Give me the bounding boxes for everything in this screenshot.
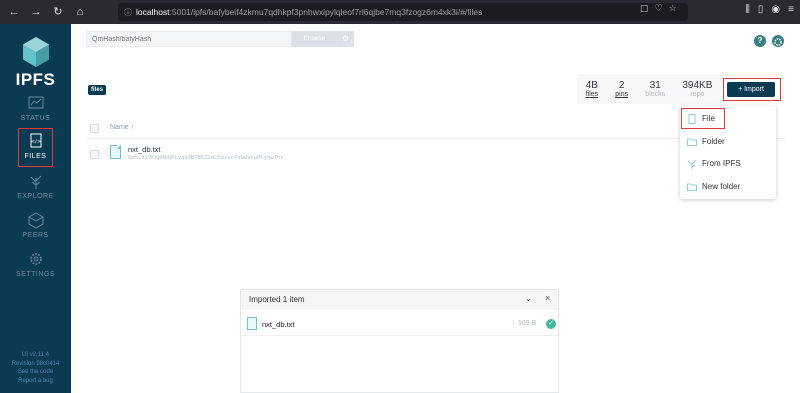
stat-blocks-value: 31 — [649, 80, 661, 91]
files-highlight-box — [18, 128, 53, 167]
menu-item-from-ipfs-label: From IPFS — [702, 159, 741, 168]
stat-files-value: 4B — [585, 80, 598, 91]
ipfs-tree-icon — [687, 159, 697, 169]
nav-settings-label: SETTINGS — [15, 271, 55, 278]
stat-repo: 394KB repo — [682, 80, 712, 98]
revision: Revision 98c0414 — [11, 360, 60, 367]
new-folder-icon — [687, 183, 697, 191]
see-code-link[interactable]: See the code — [0, 368, 71, 377]
text-file-icon — [110, 145, 121, 159]
report-bug-link[interactable]: Report a bug — [0, 377, 71, 386]
bookmark-star-icon[interactable]: ☆ — [669, 3, 677, 14]
stat-blocks-unit: blocks — [645, 91, 666, 98]
import-file-name: nxt_db.txt — [262, 320, 295, 329]
menu-item-new-folder[interactable]: New folder — [680, 177, 776, 197]
address-bar[interactable]: ⓘ localhost:5001/ipfs/bafybeif4zkmu7qdhk… — [118, 3, 688, 21]
ipfs-logo-icon — [23, 37, 49, 67]
breadcrumb[interactable]: files — [88, 85, 107, 95]
menu-item-from-ipfs[interactable]: From IPFS — [680, 154, 776, 174]
collapse-chevron-icon[interactable]: ⌄ — [525, 294, 532, 303]
browser-toolbar: ← → ↻ ⌂ ⓘ localhost:5001/ipfs/bafybeif4z… — [0, 0, 800, 24]
nav-explore[interactable]: EXPLORE — [0, 172, 71, 212]
pocket-icon[interactable]: ♡ — [655, 3, 663, 14]
account-icon[interactable]: ◉ — [771, 4, 780, 15]
status-icon — [28, 96, 43, 109]
file-hash: QmSs8sVKdpMbGPLyqsXBTBEZ2dL5azycPxbdvruM… — [128, 155, 284, 161]
file-name[interactable]: nxt_db.txt — [128, 145, 161, 154]
import-file-size: 169 B — [513, 320, 536, 327]
browse-options-icon[interactable]: ⚙ — [337, 31, 354, 47]
forward-icon[interactable]: → — [28, 4, 44, 20]
nav-peers-label: PEERS — [22, 232, 49, 239]
browse-button[interactable]: Browse — [292, 31, 337, 47]
import-item-row: nxt_db.txt 169 B ✓ — [241, 314, 558, 336]
nav-peers[interactable]: PEERS — [0, 211, 71, 251]
sidebar-footer: UI v2.11.4 Revision 98c0414 See the code… — [0, 351, 71, 385]
explore-icon — [30, 175, 41, 189]
menu-item-new-folder-label: New folder — [702, 182, 741, 191]
folder-icon — [687, 138, 697, 146]
search-bar: Browse ⚙ — [86, 31, 354, 47]
stat-pins-unit: pins — [615, 91, 629, 98]
import-button[interactable]: + Import — [727, 82, 775, 97]
peers-icon — [28, 212, 43, 229]
menu-icon[interactable]: ≡ — [788, 4, 794, 15]
reader-icon[interactable]: ▢ — [640, 3, 649, 14]
settings-gear-icon[interactable] — [772, 35, 784, 47]
nav-settings[interactable]: SETTINGS — [0, 250, 71, 290]
library-icon[interactable]: ⫼ — [745, 4, 750, 15]
back-icon[interactable]: ← — [6, 4, 22, 20]
nav-status-label: STATUS — [20, 115, 51, 122]
menu-item-folder-label: Folder — [702, 137, 725, 146]
row-checkbox[interactable] — [90, 150, 99, 159]
home-icon[interactable]: ⌂ — [72, 4, 88, 20]
ipfs-logo-text: IPFS — [15, 70, 56, 89]
select-all-checkbox[interactable] — [90, 124, 99, 133]
text-file-icon — [247, 317, 257, 330]
table-row[interactable]: nxt_db.txt QmSs8sVKdpMbGPLyqsXBTBEZ2dL5a… — [86, 143, 686, 167]
stat-pins-value: 2 — [618, 80, 625, 91]
close-icon[interactable]: × — [545, 293, 550, 303]
import-panel-header: Imported 1 item ⌄ × — [241, 290, 558, 310]
stat-files[interactable]: 4B files — [586, 80, 598, 98]
nav-explore-label: EXPLORE — [17, 193, 54, 200]
menu-item-folder[interactable]: Folder — [680, 132, 776, 152]
stat-pins[interactable]: 2 pins — [615, 80, 628, 98]
ui-version: UI v2.11.4 — [22, 352, 49, 358]
success-check-icon: ✓ — [546, 319, 556, 329]
page-info-icon[interactable]: ⓘ — [124, 7, 136, 18]
search-input[interactable] — [86, 31, 292, 47]
file-option-highlight-box — [681, 108, 725, 129]
help-icon[interactable]: ? — [754, 35, 766, 47]
sidebar: IPFS STATUS </> FILES EXPLORE PEERS SETT… — [0, 24, 71, 393]
url-path: :5001/ipfs/bafybeif4zkmu7qdhkpf3pnhwxipy… — [169, 7, 483, 17]
stat-files-unit: files — [585, 91, 599, 98]
stat-repo-unit: repo — [690, 91, 705, 98]
stat-repo-value: 394KB — [682, 80, 713, 91]
reload-icon[interactable]: ↻ — [50, 4, 66, 20]
repo-stats: 4B files 2 pins 31 blocks 394KB repo — [577, 74, 721, 104]
sidebar-toggle-icon[interactable]: ▯ — [758, 4, 764, 15]
import-panel-title: Imported 1 item — [249, 295, 305, 304]
url-host: localhost — [136, 7, 170, 17]
stat-blocks: 31 blocks — [645, 80, 665, 98]
import-status-panel: Imported 1 item ⌄ × nxt_db.txt 169 B ✓ — [240, 289, 559, 393]
settings-icon — [29, 253, 42, 265]
column-name-header[interactable]: Name ↑ — [110, 124, 134, 131]
